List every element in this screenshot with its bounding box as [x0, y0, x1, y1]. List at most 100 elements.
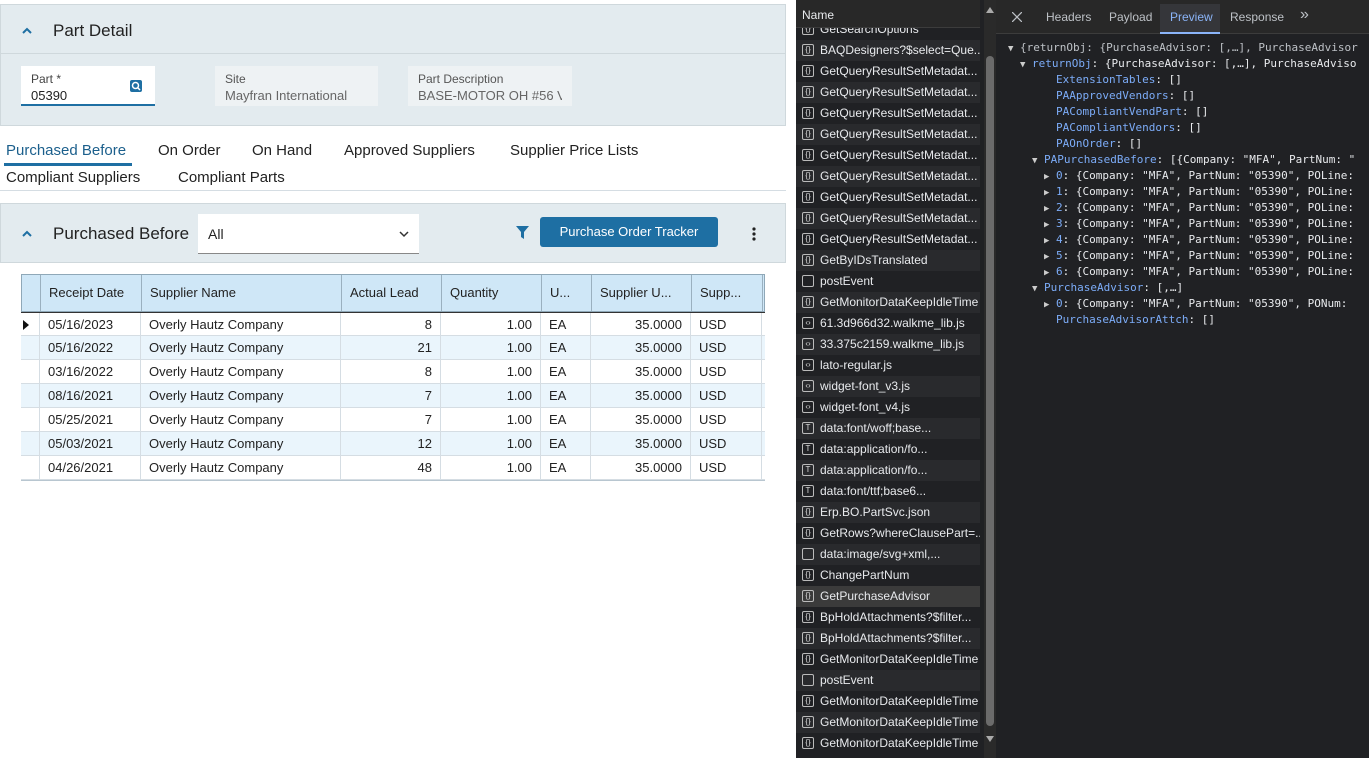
json-tree-line[interactable]: ▶ 0: {Company: "MFA", PartNum: "05390", P…: [1044, 168, 1354, 185]
tab-preview[interactable]: Preview: [1170, 10, 1213, 24]
tab-compliant-suppliers[interactable]: Compliant Suppliers: [6, 169, 140, 186]
table-row[interactable]: 04/26/2021 Overly Hautz Company 48 1.00 EA 35…: [21, 456, 765, 480]
scrollbar-thumb[interactable]: [986, 56, 994, 726]
json-tree-line[interactable]: ▼ returnObj: {PurchaseAdvisor: [,…], Purc…: [1020, 56, 1357, 73]
collapsed-triangle-icon[interactable]: ▶: [1044, 249, 1056, 265]
network-request-item[interactable]: {} BpHoldAttachments?$filter...: [796, 628, 980, 649]
table-cell[interactable]: 7: [341, 384, 441, 408]
table-cell[interactable]: 1.00: [441, 384, 541, 408]
network-request-item[interactable]: {} GetQueryResultSetMetadat...: [796, 82, 980, 103]
table-cell[interactable]: 35.0000: [591, 360, 691, 384]
network-request-item[interactable]: {} BAQDesigners?$select=Que...: [796, 40, 980, 61]
network-request-item[interactable]: ‹› 61.3d966d32.walkme_lib.js: [796, 313, 980, 334]
json-tree-line[interactable]: ▶ 0: {Company: "MFA", PartNum: "05390", P…: [1044, 296, 1347, 313]
col-supplier-currency[interactable]: Supp...: [692, 275, 763, 311]
collapsed-triangle-icon[interactable]: ▶: [1044, 169, 1056, 185]
table-cell[interactable]: 1.00: [441, 336, 541, 360]
part-search-icon[interactable]: [129, 79, 143, 93]
part-field[interactable]: Part * 05390: [21, 66, 155, 106]
network-request-item[interactable]: {} Erp.BO.PartSvc.json: [796, 502, 980, 523]
table-cell[interactable]: 48: [341, 456, 441, 480]
network-request-item[interactable]: {} GetMonitorDataKeepIdleTime: [796, 691, 980, 712]
table-cell[interactable]: EA: [541, 408, 591, 432]
json-tree-line[interactable]: ▶ 6: {Company: "MFA", PartNum: "05390", P…: [1044, 264, 1354, 281]
network-request-item[interactable]: postEvent: [796, 271, 980, 292]
expanded-triangle-icon[interactable]: ▼: [1032, 281, 1044, 297]
table-row[interactable]: 05/25/2021 Overly Hautz Company 7 1.00 EA 35.…: [21, 408, 765, 432]
network-request-item[interactable]: {} GetQueryResultSetMetadat...: [796, 103, 980, 124]
table-cell[interactable]: 35.0000: [591, 456, 691, 480]
filter-icon[interactable]: [516, 226, 529, 240]
network-request-item[interactable]: {} GetQueryResultSetMetadat...: [796, 145, 980, 166]
network-request-item[interactable]: ‹› 33.375c2159.walkme_lib.js: [796, 334, 980, 355]
table-cell[interactable]: EA: [541, 384, 591, 408]
col-supplier-unit-price[interactable]: Supplier U...: [592, 275, 692, 311]
network-request-item[interactable]: {} ChangePartNum: [796, 565, 980, 586]
json-tree-line[interactable]: ▼ PAPurchasedBefore: [{Company: "MFA", Pa…: [1032, 152, 1355, 169]
tab-headers[interactable]: Headers: [1046, 10, 1091, 24]
table-cell[interactable]: 1.00: [441, 360, 541, 384]
scroll-down-arrow-icon[interactable]: [986, 735, 994, 743]
table-cell[interactable]: EA: [541, 336, 591, 360]
more-options-icon[interactable]: [751, 226, 757, 242]
close-icon[interactable]: [1012, 12, 1022, 22]
table-row[interactable]: 05/16/2022 Overly Hautz Company 21 1.00 EA 35…: [21, 336, 765, 360]
tab-payload[interactable]: Payload: [1109, 10, 1152, 24]
table-cell[interactable]: Overly Hautz Company: [141, 336, 341, 360]
network-list-scrollbar[interactable]: [984, 0, 996, 758]
table-cell[interactable]: USD: [691, 336, 762, 360]
table-row[interactable]: 05/03/2021 Overly Hautz Company 12 1.00 EA 35…: [21, 432, 765, 456]
network-request-item[interactable]: Tdata:font/ttf;base6...: [796, 481, 980, 502]
network-request-item[interactable]: {} GetQueryResultSetMetadat...: [796, 229, 980, 250]
network-request-item[interactable]: {} GetRows?whereClausePart=...: [796, 523, 980, 544]
table-cell[interactable]: 1.00: [441, 408, 541, 432]
json-tree-line[interactable]: ▶ 2: {Company: "MFA", PartNum: "05390", P…: [1044, 200, 1354, 217]
table-row[interactable]: 08/16/2021 Overly Hautz Company 7 1.00 EA 35.…: [21, 384, 765, 408]
table-cell[interactable]: EA: [541, 432, 591, 456]
col-receipt-date[interactable]: Receipt Date: [41, 275, 142, 311]
network-request-item[interactable]: {} GetByIDsTranslated: [796, 250, 980, 271]
table-cell[interactable]: 12: [341, 432, 441, 456]
network-request-item[interactable]: Tdata:application/fo...: [796, 439, 980, 460]
network-request-item[interactable]: data:image/svg+xml,...: [796, 544, 980, 565]
json-tree-line[interactable]: ▶ 4: {Company: "MFA", PartNum: "05390", P…: [1044, 232, 1354, 249]
network-request-item[interactable]: ‹› lato-regular.js: [796, 355, 980, 376]
network-request-item[interactable]: {} GetQueryResultSetMetadat...: [796, 61, 980, 82]
table-cell[interactable]: 05/25/2021: [40, 408, 141, 432]
table-cell[interactable]: Overly Hautz Company: [141, 456, 341, 480]
network-request-item[interactable]: {} GetMonitorDataKeepIdleTime: [796, 649, 980, 670]
table-cell[interactable]: USD: [691, 456, 762, 480]
network-name-column-header[interactable]: Name: [796, 0, 980, 28]
table-cell[interactable]: Overly Hautz Company: [141, 408, 341, 432]
table-cell[interactable]: 05/16/2023: [40, 313, 141, 337]
table-cell[interactable]: 35.0000: [591, 408, 691, 432]
table-cell[interactable]: USD: [691, 313, 762, 337]
table-cell[interactable]: 1.00: [441, 456, 541, 480]
table-cell[interactable]: Overly Hautz Company: [141, 360, 341, 384]
table-cell[interactable]: 35.0000: [591, 313, 691, 337]
json-tree-line[interactable]: ▶ 5: {Company: "MFA", PartNum: "05390", P…: [1044, 248, 1354, 265]
json-tree-line[interactable]: ▼ {returnObj: {PurchaseAdvisor: [,…], Pur…: [1008, 40, 1358, 57]
network-request-item[interactable]: {} GetQueryResultSetMetadat...: [796, 166, 980, 187]
chevron-up-icon[interactable]: [21, 25, 33, 37]
table-cell[interactable]: 1.00: [441, 313, 541, 337]
tab-compliant-parts[interactable]: Compliant Parts: [178, 169, 285, 186]
table-cell[interactable]: Overly Hautz Company: [141, 432, 341, 456]
json-tree-line[interactable]: ▶ 3: {Company: "MFA", PartNum: "05390", P…: [1044, 216, 1354, 233]
expanded-triangle-icon[interactable]: ▼: [1008, 41, 1020, 57]
json-tree-line[interactable]: ▼ PurchaseAdvisor: [,…]: [1032, 280, 1183, 297]
network-request-item[interactable]: {} GetQueryResultSetMetadat...: [796, 208, 980, 229]
table-cell[interactable]: 08/16/2021: [40, 384, 141, 408]
table-cell[interactable]: EA: [541, 313, 591, 337]
table-cell[interactable]: EA: [541, 456, 591, 480]
table-cell[interactable]: 1.00: [441, 432, 541, 456]
network-request-item[interactable]: Tdata:application/fo...: [796, 460, 980, 481]
collapsed-triangle-icon[interactable]: ▶: [1044, 265, 1056, 281]
row-selector[interactable]: [21, 336, 40, 360]
more-tabs-icon[interactable]: »: [1300, 6, 1309, 24]
json-tree-line[interactable]: ▶ 1: {Company: "MFA", PartNum: "05390", P…: [1044, 184, 1354, 201]
table-cell[interactable]: 21: [341, 336, 441, 360]
network-request-item[interactable]: {} GetQueryResultSetMetadat...: [796, 187, 980, 208]
table-row[interactable]: 03/16/2022 Overly Hautz Company 8 1.00 EA 35.…: [21, 360, 765, 384]
row-selector[interactable]: [21, 313, 40, 337]
